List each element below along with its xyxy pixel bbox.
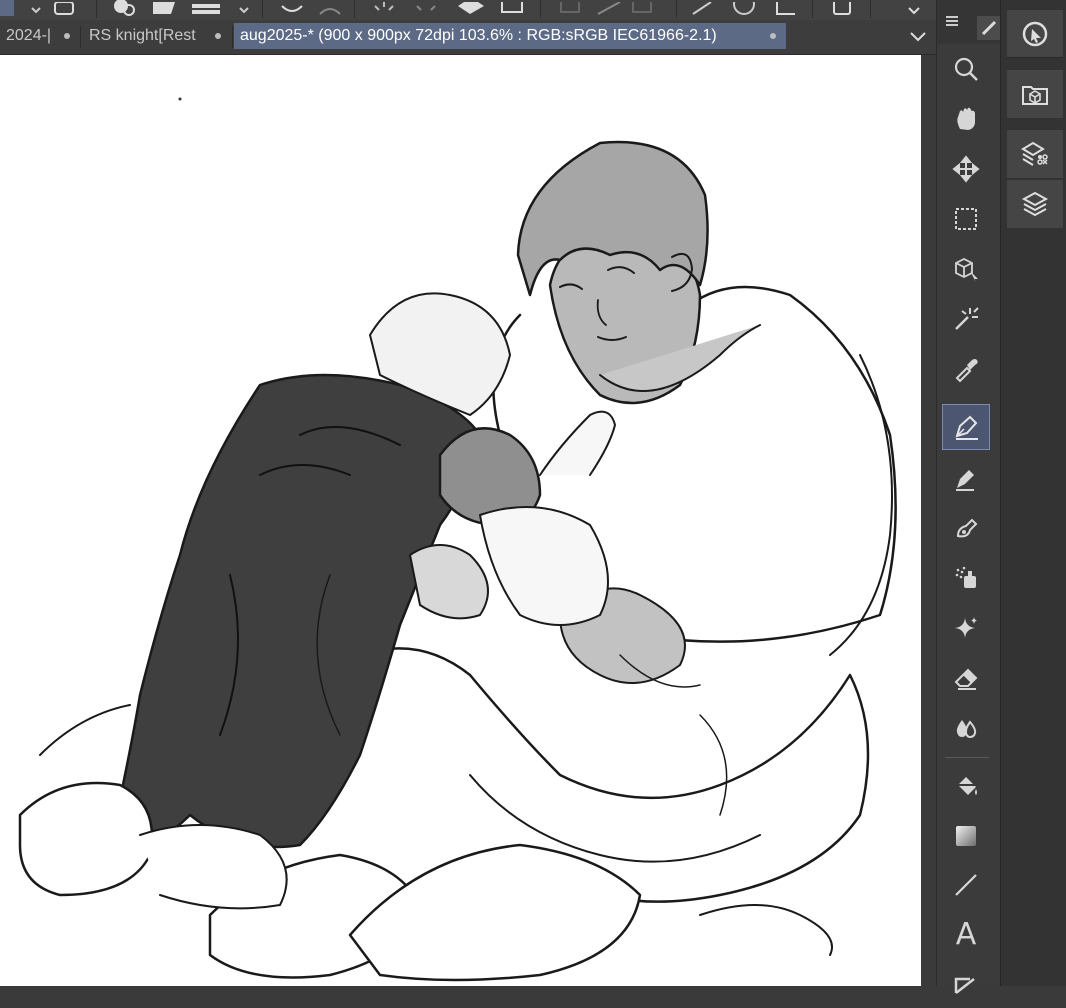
decoration-tool[interactable] (942, 605, 990, 651)
figure-tool[interactable] (942, 862, 990, 908)
navigator-icon (1022, 21, 1048, 46)
pencil-tool[interactable] (942, 455, 990, 501)
new-layer-icon[interactable] (110, 0, 138, 16)
transform-icon[interactable] (412, 0, 440, 16)
move-arrows-icon (952, 155, 980, 183)
frame-border-icon (954, 977, 975, 994)
pencil-icon (956, 470, 974, 491)
paint-bucket-icon (956, 777, 977, 795)
document-tab-active[interactable]: aug2025-* (900 x 900px 72dpi 103.6% : RG… (234, 23, 786, 49)
chevron-down-icon[interactable] (230, 0, 258, 16)
selection-tool[interactable] (942, 196, 990, 242)
panel-dock (1000, 0, 1066, 986)
blend-tool[interactable] (942, 705, 990, 751)
undo-icon[interactable] (278, 0, 306, 16)
text-tool[interactable]: A (942, 912, 990, 958)
tool-palette-header (937, 0, 1001, 44)
drawing-canvas[interactable] (0, 55, 921, 986)
tool-divider (945, 757, 989, 758)
fill-shape-icon[interactable] (456, 0, 484, 16)
menu-icon[interactable] (945, 14, 959, 26)
airbrush-tool[interactable] (942, 555, 990, 601)
loading-icon[interactable] (370, 0, 398, 16)
pen-tool[interactable] (942, 404, 990, 450)
tab-list-chevron-icon[interactable] (906, 26, 930, 48)
crop-icon[interactable] (688, 0, 716, 16)
material-panel-button[interactable] (1007, 70, 1063, 118)
chevron-down-icon[interactable] (22, 0, 50, 16)
line-icon (955, 874, 977, 896)
document-tab[interactable]: 2024-| (0, 23, 80, 49)
merge-layer-icon[interactable] (192, 0, 220, 16)
layer-folder-icon[interactable] (150, 0, 178, 16)
droplets-icon (956, 720, 977, 739)
eyedropper-tool[interactable] (942, 346, 990, 392)
canvas-scroll-gutter[interactable] (921, 55, 936, 986)
command-bar (0, 0, 936, 21)
zoom-tool[interactable] (942, 46, 990, 92)
device-icon[interactable] (828, 0, 856, 16)
tab-close-dot-icon[interactable] (64, 33, 70, 39)
artwork (18, 97, 897, 982)
eraser-tool[interactable] (942, 655, 990, 701)
magnifier-icon (954, 57, 978, 81)
3d-object-tool[interactable] (942, 246, 990, 292)
tool-palette: A (936, 0, 1001, 994)
invert-selection-icon[interactable] (594, 0, 622, 16)
fill-tool[interactable] (942, 764, 990, 810)
cube-cursor-icon (955, 257, 978, 282)
layer-property-icon (1021, 141, 1048, 166)
pen-small-icon[interactable] (977, 16, 1001, 40)
ruler-icon[interactable] (770, 0, 798, 16)
gradient-tool[interactable] (942, 813, 990, 859)
navigator-panel-button[interactable] (1007, 10, 1063, 58)
ellipse-select-icon[interactable] (730, 0, 758, 16)
magic-wand-icon (955, 307, 979, 330)
pen-nib-icon (955, 415, 978, 440)
move-tool[interactable] (942, 146, 990, 192)
brush-icon (956, 518, 978, 538)
document-tab[interactable]: RS knight[Rest (83, 23, 231, 49)
eraser-icon (954, 668, 978, 690)
eyedropper-icon (955, 359, 978, 383)
layers-icon (1021, 191, 1049, 217)
command-button[interactable] (0, 0, 14, 16)
dotted-rectangle-icon (955, 208, 977, 230)
hand-tool[interactable] (942, 96, 990, 142)
brush-tool[interactable] (942, 505, 990, 551)
frame-border-tool[interactable] (942, 962, 990, 1008)
expand-selection-icon[interactable] (628, 0, 656, 16)
selection-box-icon[interactable] (498, 0, 526, 16)
material-box-icon (1022, 86, 1048, 105)
tab-title: RS knight[Rest (89, 27, 196, 44)
layer-property-button[interactable] (1007, 130, 1063, 178)
document-tab-bar: 2024-| RS knight[Rest aug2025-* (900 x 9… (0, 20, 936, 55)
tab-title: 2024-| (6, 27, 52, 44)
text-a-icon: A (955, 917, 977, 952)
gradient-icon (956, 826, 976, 846)
tab-title: aug2025-* (900 x 900px 72dpi 103.6% : RG… (240, 27, 717, 44)
redo-icon[interactable] (316, 0, 344, 16)
hand-icon (957, 107, 975, 130)
airbrush-icon (955, 566, 976, 588)
layer-panel-button[interactable] (1007, 180, 1063, 228)
tab-close-dot-icon[interactable] (215, 33, 221, 39)
clear-selection-icon[interactable] (556, 0, 584, 16)
save-icon[interactable] (50, 0, 78, 16)
sparkle-icon (955, 617, 977, 638)
auto-select-tool[interactable] (942, 296, 990, 342)
chevron-down-icon[interactable] (900, 0, 928, 16)
tab-close-dot-icon[interactable] (770, 33, 776, 39)
